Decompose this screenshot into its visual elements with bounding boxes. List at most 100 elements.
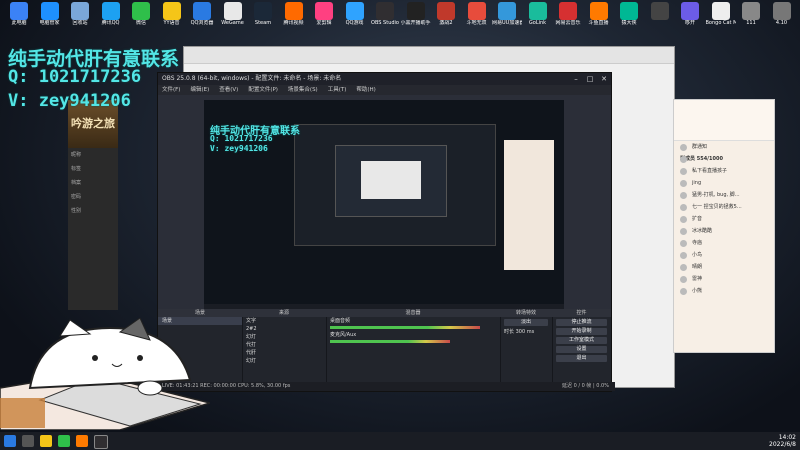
start-icon[interactable] xyxy=(4,435,16,447)
source-item[interactable]: 幻灯 xyxy=(242,357,326,365)
close-icon[interactable]: ✕ xyxy=(597,73,611,85)
mixer-header: 混音器 xyxy=(326,309,500,317)
duration-label: 时长 300 ms xyxy=(504,329,535,335)
member-item[interactable]: 七一 捏宝贝的拯救5… xyxy=(674,201,774,213)
desktop-shortcut-17[interactable]: GoLink xyxy=(523,2,553,26)
desktop-shortcut-14[interactable]: 激战2 xyxy=(431,2,461,26)
member-item[interactable]: 冰冰酷酷 xyxy=(674,225,774,237)
launcher-field-label: 档案 xyxy=(71,180,82,186)
minimize-icon[interactable]: – xyxy=(569,73,583,85)
desktop-shortcut-8[interactable]: Steam xyxy=(248,2,278,26)
wechat-icon[interactable] xyxy=(58,435,70,447)
obs-menu-item[interactable]: 配置文件(P) xyxy=(248,87,278,93)
obs-menu-item[interactable]: 文件(F) xyxy=(162,87,180,93)
search-icon[interactable] xyxy=(22,435,34,447)
desktop-shortcut-16[interactable]: 网易UU加速器 xyxy=(492,2,522,26)
member-item[interactable]: 寺庙 xyxy=(674,237,774,249)
obs-icon[interactable] xyxy=(94,435,108,449)
desktop-shortcut-label: 激战2 xyxy=(439,20,453,26)
member-item[interactable]: 雷神 xyxy=(674,273,774,285)
desktop-shortcut-1[interactable]: 电脑管家 xyxy=(35,2,65,26)
desktop-shortcut-0[interactable]: 此电脑 xyxy=(4,2,34,26)
desktop-shortcut-25[interactable]: 4.10 xyxy=(767,2,797,26)
launcher-form: 昵称 标签 档案 密码 性别 xyxy=(68,148,118,218)
obs-menu-item[interactable]: 编辑(E) xyxy=(190,87,209,93)
preview-overlay-line3: V: zey941206 xyxy=(210,144,268,153)
control-button[interactable]: 停止推流 xyxy=(556,319,607,326)
desktop-shortcut-2[interactable]: 回收站 xyxy=(65,2,95,26)
app-icon xyxy=(162,2,181,20)
desktop-shortcut-19[interactable]: 斗鱼直播 xyxy=(584,2,614,26)
desktop-shortcut-label: OBS Studio xyxy=(371,20,399,26)
desktop-shortcut-6[interactable]: QQ浏览器 xyxy=(187,2,217,26)
desktop-shortcut-10[interactable]: 爱剪辑 xyxy=(309,2,339,26)
desktop-shortcut-12[interactable]: OBS Studio xyxy=(370,2,400,26)
source-item[interactable]: 文字 xyxy=(242,317,326,325)
source-item[interactable]: 代肝 xyxy=(242,349,326,357)
desktop-shortcut-13[interactable]: 小黑开播助手 xyxy=(401,2,431,26)
desktop-shortcut-7[interactable]: WeGame xyxy=(218,2,248,26)
control-button[interactable]: 设置 xyxy=(556,346,607,353)
obs-menubar: 文件(F) 编辑(E) 查看(V) 配置文件(P) 场景集合(S) 工具(T) 帮助(H) xyxy=(158,85,611,95)
nested-preview-1 xyxy=(294,124,496,246)
source-item[interactable]: 2#2 xyxy=(242,325,326,333)
control-button[interactable]: 工作室模式 xyxy=(556,337,607,344)
desktop-shortcut-label: YY语音 xyxy=(163,20,180,26)
source-item[interactable]: 代打 xyxy=(242,341,326,349)
member-item[interactable]: 猛男-打机, bug, 脚… xyxy=(674,189,774,201)
folder-icon[interactable] xyxy=(40,435,52,447)
desktop-icon-row: 此电脑 电脑管家 回收站 腾讯QQ 微信 YY语音 QQ浏览器 WeGame Steam 腾讯视频… xyxy=(0,0,800,38)
desktop-shortcut-5[interactable]: YY语音 xyxy=(157,2,187,26)
app-icon xyxy=(254,2,272,20)
mixer-track-desktop: 桌面音频 xyxy=(330,318,351,324)
app-icon xyxy=(650,2,669,20)
transition-select[interactable]: 淡出 xyxy=(504,319,548,326)
obs-menu-item[interactable]: 查看(V) xyxy=(219,87,238,93)
desktop-shortcut-24[interactable]: 111 xyxy=(736,2,766,26)
desktop-shortcut-label: QQ游戏 xyxy=(345,20,364,26)
launcher-field-label: 标签 xyxy=(71,166,82,172)
desktop-shortcut-21[interactable] xyxy=(645,2,675,20)
desktop-shortcut-15[interactable]: 斗地无双 xyxy=(462,2,492,26)
source-item[interactable]: 幻灯 xyxy=(242,333,326,341)
desktop-shortcut-22[interactable]: 哆开 xyxy=(675,2,705,26)
obs-preview-canvas[interactable]: 纯手动代肝有意联系 Q: 1021717236 V: zey941206 xyxy=(204,100,564,314)
member-item[interactable]: 私下看直播孩子 xyxy=(674,165,774,177)
app-icon xyxy=(315,2,333,20)
desktop-shortcut-23[interactable]: Bongo Cat Mver xyxy=(706,2,736,26)
member-item[interactable]: 小鸟 xyxy=(674,249,774,261)
sources-header: 来源 xyxy=(242,309,326,317)
app-icon xyxy=(559,2,577,20)
desktop-shortcut-label: 网易UU加速器 xyxy=(492,20,522,26)
desktop-shortcut-4[interactable]: 微信 xyxy=(126,2,156,26)
app-icon xyxy=(498,2,516,20)
app-icon xyxy=(10,2,28,20)
control-button[interactable]: 开始录制 xyxy=(556,328,607,335)
maximize-icon[interactable]: □ xyxy=(583,73,597,85)
duration-value[interactable]: 300 ms xyxy=(516,329,535,335)
member-item[interactable]: 小熊 xyxy=(674,285,774,297)
desktop-shortcut-18[interactable]: 网易云音乐 xyxy=(553,2,583,26)
desktop-shortcut-20[interactable]: 猿大侠 xyxy=(614,2,644,26)
game-launcher-panel: 吟游之旅 昵称 标签 档案 密码 性别 xyxy=(68,100,118,310)
controls-header: 控件 xyxy=(552,309,611,317)
member-item[interactable]: 晴朗 xyxy=(674,261,774,273)
app-icon xyxy=(193,2,211,20)
desktop-shortcut-11[interactable]: QQ游戏 xyxy=(340,2,370,26)
desktop-shortcut-3[interactable]: 腾讯QQ xyxy=(96,2,126,26)
desktop-shortcut-9[interactable]: 腾讯视频 xyxy=(279,2,309,26)
app-icon xyxy=(71,2,89,20)
douyu-icon[interactable] xyxy=(76,435,88,447)
source-list: 文字 2#2 幻灯 代打 代肝 幻灯 xyxy=(242,317,326,365)
member-item[interactable]: 扩音 xyxy=(674,213,774,225)
app-icon xyxy=(376,2,394,20)
group-notice-label[interactable]: 群通知 xyxy=(674,141,774,153)
obs-menu-item[interactable]: 工具(T) xyxy=(328,87,347,93)
obs-menu-item[interactable]: 帮助(H) xyxy=(356,87,375,93)
desktop-shortcut-label: Bongo Cat Mver xyxy=(705,20,736,26)
obs-menu-item[interactable]: 场景集合(S) xyxy=(288,87,318,93)
preview-overlay-line2: Q: 1021717236 xyxy=(210,134,273,143)
taskbar-clock[interactable]: 14:02 2022/6/8 xyxy=(769,434,796,448)
control-button[interactable]: 退出 xyxy=(556,355,607,362)
member-item[interactable]: jing xyxy=(674,177,774,189)
